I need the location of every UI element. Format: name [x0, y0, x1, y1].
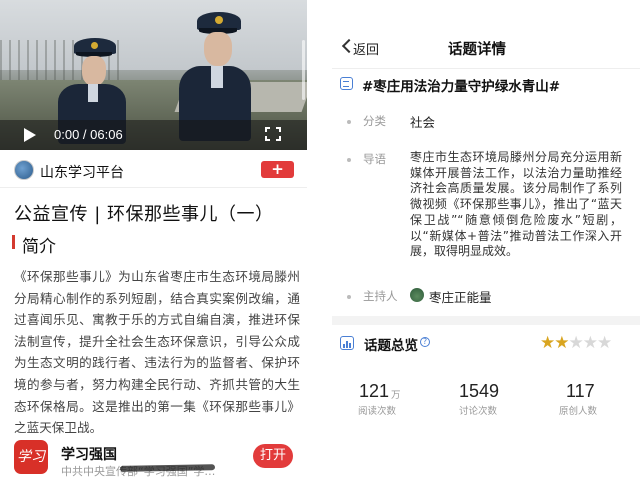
star-filled-icon: ★: [540, 333, 555, 353]
article-title: 公益宣传 | 环保那些事儿（一）: [14, 204, 274, 225]
section-marker: [12, 235, 15, 249]
page-title: 话题详情: [448, 42, 506, 58]
host-avatar[interactable]: [410, 288, 424, 302]
bullet-dot: [347, 295, 351, 299]
discussions-count: 1549: [459, 381, 500, 401]
video-officer-male: [175, 8, 255, 141]
reads-count: 121: [359, 381, 390, 401]
star-filled-icon: ★: [554, 333, 569, 353]
rating-stars: ★★★★★: [540, 333, 612, 353]
bullet-dot: [347, 158, 351, 162]
discussions-label: 讨论次数: [459, 406, 498, 417]
help-icon[interactable]: ?: [420, 337, 430, 347]
back-button[interactable]: 返回: [353, 39, 379, 58]
publisher-avatar[interactable]: [14, 160, 34, 180]
video-scrollbar[interactable]: [302, 40, 305, 100]
intro-text: 枣庄市生态环境局滕州分局充分运用新媒体开展普法工作，以法治力量助推经济社会高质量…: [410, 150, 622, 259]
reads-label: 阅读次数: [358, 406, 397, 417]
app-name: 学习强国: [61, 447, 117, 463]
publisher-name[interactable]: 山东学习平台: [40, 162, 124, 182]
open-app-button[interactable]: 打开: [253, 444, 293, 468]
chart-icon: [340, 336, 354, 350]
topic-title: #枣庄用法治力量守护绿水青山#: [362, 79, 561, 95]
topic-header: #枣庄用法治力量守护绿水青山#: [332, 68, 640, 96]
category-value: 社会: [410, 115, 436, 130]
star-empty-icon: ★: [597, 333, 612, 353]
play-icon[interactable]: [24, 128, 36, 142]
article-panel: 0:00 / 06:06 山东学习平台 + 公益宣传 | 环保那些事儿（一） 简…: [0, 0, 307, 479]
category-label: 分类: [363, 114, 386, 128]
star-empty-icon: ★: [582, 333, 598, 353]
topic-icon: [340, 77, 353, 90]
video-player[interactable]: 0:00 / 06:06: [0, 0, 307, 150]
article-description: 《环保那些事儿》为山东省枣庄市生态环境局滕州分局精心制作的系列短剧，结合真实案例…: [14, 269, 300, 436]
nav-bar: 返回 话题详情: [332, 30, 640, 66]
topic-detail-panel: 返回 话题详情 #枣庄用法治力量守护绿水青山# 分类 社会 导语 枣庄市生态环境…: [332, 0, 640, 479]
originals-label: 原创人数: [559, 406, 598, 417]
app-logo: 学习: [14, 440, 48, 474]
bullet-dot: [347, 120, 351, 124]
overview-title: 话题总览: [364, 338, 418, 354]
section-divider: [332, 316, 640, 325]
video-controls: 0:00 / 06:06: [0, 120, 307, 150]
fullscreen-icon[interactable]: [265, 127, 281, 141]
host-name[interactable]: 枣庄正能量: [429, 287, 492, 306]
star-empty-icon: ★: [568, 333, 584, 353]
subscribe-button[interactable]: +: [261, 161, 294, 178]
intro-label: 导语: [363, 152, 386, 166]
host-label: 主持人: [363, 289, 398, 303]
reads-unit: 万: [391, 390, 401, 401]
originals-count: 117: [566, 381, 595, 401]
video-time: 0:00 / 06:06: [54, 127, 123, 142]
section-title: 简介: [22, 237, 56, 257]
